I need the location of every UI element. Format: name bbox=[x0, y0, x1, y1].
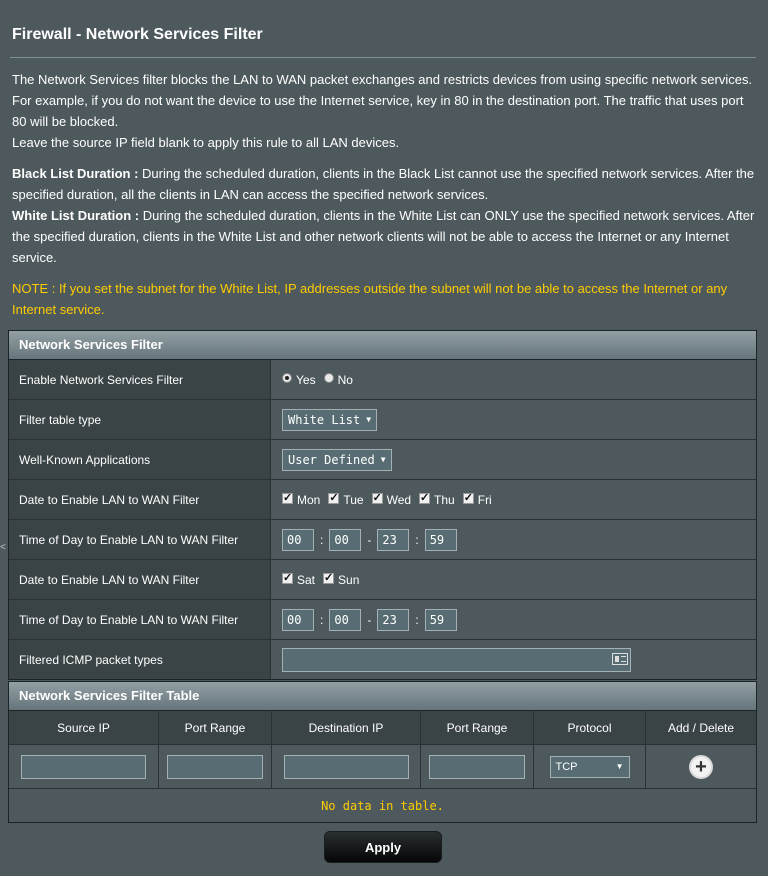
dropdown-arrow-icon: ▼ bbox=[366, 415, 372, 424]
weekend-time-label: Time of Day to Enable LAN to WAN Filter bbox=[9, 600, 271, 639]
note-line: NOTE : If you set the subnet for the Whi… bbox=[12, 281, 728, 296]
filter-table-section: Network Services Filter Table Source IP … bbox=[8, 681, 757, 823]
white-list-line: White List Duration : During the schedul… bbox=[12, 205, 758, 226]
description: The Network Services filter blocks the L… bbox=[12, 69, 758, 153]
column-source-port-range: Port Range bbox=[159, 711, 272, 744]
black-list-text: During the scheduled duration, clients i… bbox=[138, 166, 755, 181]
weekday-time-row: Time of Day to Enable LAN to WAN Filter … bbox=[9, 520, 756, 560]
sun-checkbox[interactable]: ✓ bbox=[323, 573, 335, 584]
enable-no-label: No bbox=[337, 372, 353, 387]
weekend-end-hour-input[interactable]: 23 bbox=[377, 608, 410, 631]
sat-checkbox[interactable]: ✓ bbox=[282, 573, 293, 584]
black-list-label: Black List Duration : bbox=[12, 166, 139, 181]
plus-icon: + bbox=[695, 755, 707, 778]
sat-label: Sat bbox=[297, 572, 316, 587]
icmp-row: Filtered ICMP packet types bbox=[9, 640, 756, 679]
empty-table-message: No data in table. bbox=[9, 789, 756, 822]
title-divider bbox=[10, 57, 756, 58]
fri-checkbox[interactable]: ✓ bbox=[462, 493, 474, 504]
icmp-label: Filtered ICMP packet types bbox=[9, 640, 271, 679]
page-title: Firewall - Network Services Filter bbox=[12, 26, 263, 43]
weekend-date-row: Date to Enable LAN to WAN Filter ✓ Sat ✓ S… bbox=[9, 560, 756, 600]
protocol-select[interactable]: TCP ▼ bbox=[549, 755, 630, 778]
weekday-end-minute-input[interactable]: 59 bbox=[424, 528, 457, 551]
id-card-icon bbox=[612, 652, 628, 665]
weekday-date-row: Date to Enable LAN to WAN Filter ✓ Mon ✓ T… bbox=[9, 480, 756, 520]
enable-yes-label: Yes bbox=[296, 372, 316, 387]
tue-label: Tue bbox=[343, 492, 364, 507]
protocol-value: TCP bbox=[555, 760, 578, 773]
column-destination-port-range: Port Range bbox=[421, 711, 534, 744]
note: NOTE : If you set the subnet for the Whi… bbox=[12, 278, 758, 320]
well-known-apps-label: Well-Known Applications bbox=[9, 440, 271, 479]
destination-ip-input[interactable] bbox=[283, 754, 409, 779]
filter-table-header: Network Services Filter Table bbox=[9, 682, 756, 711]
weekend-start-hour-input[interactable]: 00 bbox=[282, 608, 314, 631]
enable-no-radio[interactable] bbox=[323, 372, 334, 383]
black-list-line: Black List Duration : During the schedul… bbox=[12, 163, 758, 184]
source-ip-input[interactable] bbox=[21, 754, 146, 779]
network-services-filter-section: Network Services Filter Enable Network S… bbox=[8, 330, 757, 680]
filter-table-input-row: TCP ▼ + bbox=[9, 745, 756, 789]
enable-filter-row: Enable Network Services Filter Yes No bbox=[9, 360, 756, 400]
weekday-start-hour-input[interactable]: 00 bbox=[282, 528, 314, 551]
collapse-arrow-icon[interactable]: < bbox=[0, 542, 6, 553]
white-list-text: During the scheduled duration, clients i… bbox=[139, 208, 755, 223]
note-line: Internet service. bbox=[12, 302, 105, 317]
thu-label: Thu bbox=[434, 492, 455, 507]
source-port-range-input[interactable] bbox=[167, 754, 263, 779]
weekend-time-row: Time of Day to Enable LAN to WAN Filter … bbox=[9, 600, 756, 640]
description-line: 80 will be blocked. bbox=[12, 114, 119, 129]
section-header: Network Services Filter bbox=[9, 331, 756, 360]
column-protocol: Protocol bbox=[534, 711, 646, 744]
weekend-date-label: Date to Enable LAN to WAN Filter bbox=[9, 560, 271, 599]
tue-checkbox[interactable]: ✓ bbox=[328, 493, 340, 504]
filter-table-type-label: Filter table type bbox=[9, 400, 271, 439]
description-line: For example, if you do not want the devi… bbox=[12, 93, 744, 108]
wed-checkbox[interactable]: ✓ bbox=[371, 493, 383, 504]
icmp-types-input[interactable] bbox=[282, 647, 631, 672]
white-list-label: White List Duration : bbox=[12, 208, 140, 223]
well-known-apps-select[interactable]: User Defined ▼ bbox=[282, 448, 392, 471]
weekend-start-minute-input[interactable]: 00 bbox=[329, 608, 362, 631]
white-list-line: the specified duration, clients in the W… bbox=[12, 229, 729, 244]
description-line: Leave the source IP field blank to apply… bbox=[12, 135, 400, 150]
enable-filter-label: Enable Network Services Filter bbox=[9, 360, 271, 399]
description-line: The Network Services filter blocks the L… bbox=[12, 72, 753, 87]
filter-table-type-select[interactable]: White List ▼ bbox=[282, 408, 378, 431]
filter-table-type-row: Filter table type White List ▼ bbox=[9, 400, 756, 440]
weekend-end-minute-input[interactable]: 59 bbox=[424, 608, 457, 631]
black-list-line: specified duration, all the clients in L… bbox=[12, 187, 489, 202]
apply-button[interactable]: Apply bbox=[324, 831, 442, 863]
sun-label: Sun bbox=[338, 572, 360, 587]
dropdown-arrow-icon: ▼ bbox=[380, 455, 386, 464]
filter-table-type-value: White List bbox=[288, 412, 361, 427]
enable-yes-radio[interactable] bbox=[282, 372, 292, 383]
weekday-start-minute-input[interactable]: 00 bbox=[329, 528, 362, 551]
weekday-date-label: Date to Enable LAN to WAN Filter bbox=[9, 480, 271, 519]
thu-checkbox[interactable]: ✓ bbox=[419, 493, 431, 504]
list-duration-help: Black List Duration : During the schedul… bbox=[12, 163, 758, 268]
add-rule-button[interactable]: + bbox=[689, 754, 713, 779]
wed-label: Wed bbox=[386, 492, 412, 507]
dropdown-arrow-icon: ▼ bbox=[615, 762, 624, 771]
well-known-apps-row: Well-Known Applications User Defined ▼ bbox=[9, 440, 756, 480]
white-list-line: service. bbox=[12, 250, 57, 265]
weekday-end-hour-input[interactable]: 23 bbox=[377, 528, 410, 551]
weekday-time-label: Time of Day to Enable LAN to WAN Filter bbox=[9, 520, 271, 559]
mon-checkbox[interactable]: ✓ bbox=[282, 493, 293, 504]
filter-table-columns: Source IP Port Range Destination IP Port… bbox=[9, 711, 756, 745]
mon-label: Mon bbox=[297, 492, 321, 507]
column-source-ip: Source IP bbox=[9, 711, 159, 744]
destination-port-range-input[interactable] bbox=[429, 754, 525, 779]
well-known-apps-value: User Defined bbox=[288, 452, 375, 467]
column-add-delete: Add / Delete bbox=[667, 720, 735, 735]
column-destination-ip: Destination IP bbox=[272, 711, 421, 744]
fri-label: Fri bbox=[477, 492, 492, 507]
